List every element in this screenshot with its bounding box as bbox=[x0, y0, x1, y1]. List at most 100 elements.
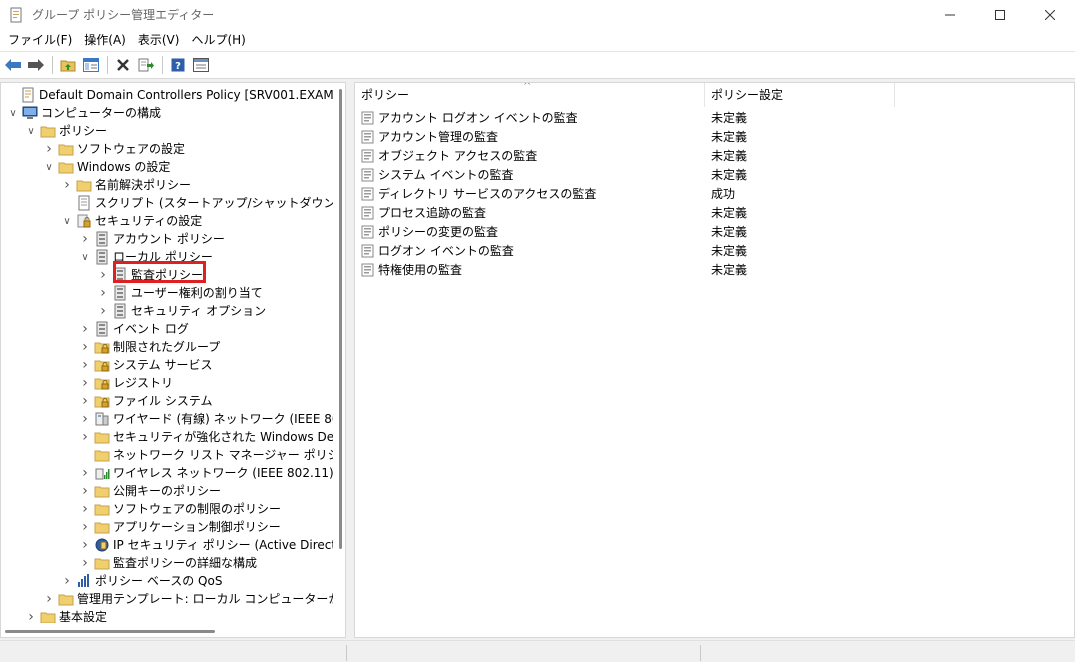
collapsed-chevron-icon[interactable]: › bbox=[79, 428, 91, 446]
collapsed-chevron-icon[interactable]: › bbox=[79, 518, 91, 536]
minimize-button[interactable] bbox=[925, 0, 975, 29]
table-row[interactable]: 特権使用の監査 未定義 bbox=[355, 260, 1074, 279]
tree-item[interactable]: › ユーザー権利の割り当て bbox=[97, 284, 263, 302]
tree-item[interactable]: ネットワーク リスト マネージャー ポリシー bbox=[79, 446, 333, 464]
collapsed-chevron-icon[interactable]: › bbox=[79, 356, 91, 374]
forward-button[interactable] bbox=[25, 54, 47, 76]
show-hide-tree-button[interactable] bbox=[80, 54, 102, 76]
collapsed-chevron-icon[interactable]: › bbox=[79, 536, 91, 554]
table-row[interactable]: ディレクトリ サービスのアクセスの監査 成功 bbox=[355, 184, 1074, 203]
table-row[interactable]: ログオン イベントの監査 未定義 bbox=[355, 241, 1074, 260]
collapsed-chevron-icon[interactable]: › bbox=[61, 572, 73, 590]
collapsed-chevron-icon[interactable]: › bbox=[79, 230, 91, 248]
collapsed-chevron-icon[interactable]: › bbox=[97, 284, 109, 302]
pane-splitter[interactable] bbox=[346, 82, 354, 638]
collapsed-chevron-icon[interactable]: › bbox=[97, 302, 109, 320]
collapsed-chevron-icon[interactable]: › bbox=[79, 392, 91, 410]
tree-item-label: アカウント ポリシー bbox=[113, 232, 225, 246]
close-button[interactable] bbox=[1025, 0, 1075, 29]
collapsed-chevron-icon[interactable]: › bbox=[43, 590, 55, 608]
tree-item[interactable]: › 名前解決ポリシー bbox=[61, 176, 191, 194]
tree-item[interactable]: › 制限されたグループ bbox=[79, 338, 220, 356]
tree-item[interactable]: › セキュリティが強化された Windows Defende bbox=[79, 428, 333, 446]
expanded-chevron-icon[interactable]: ∨ bbox=[43, 158, 55, 176]
table-row[interactable]: アカウント管理の監査 未定義 bbox=[355, 127, 1074, 146]
up-level-button[interactable] bbox=[57, 54, 79, 76]
tree-item[interactable]: › ソフトウェアの制限のポリシー bbox=[79, 500, 281, 518]
expanded-chevron-icon[interactable]: ∨ bbox=[25, 122, 37, 140]
policy-setting-icon bbox=[361, 149, 374, 162]
tree-item[interactable]: › 基本設定 bbox=[25, 608, 107, 623]
menu-help[interactable]: ヘルプ(H) bbox=[185, 29, 251, 51]
scrollbar-thumb[interactable] bbox=[339, 89, 342, 549]
collapsed-chevron-icon[interactable]: › bbox=[79, 374, 91, 392]
export-list-button[interactable] bbox=[135, 54, 157, 76]
table-row[interactable]: システム イベントの監査 未定義 bbox=[355, 165, 1074, 184]
tree-item[interactable]: ∨ セキュリティの設定 bbox=[61, 212, 202, 230]
maximize-button[interactable] bbox=[975, 0, 1025, 29]
policy-cell: ログオン イベントの監査 bbox=[355, 242, 705, 259]
help-button[interactable]: ? bbox=[167, 54, 189, 76]
locked-folder-icon bbox=[94, 342, 110, 354]
tree-item[interactable]: Default Domain Controllers Policy [SRV00… bbox=[5, 86, 333, 104]
tree-item[interactable]: › ワイヤレス ネットワーク (IEEE 802.11) ポリシー bbox=[79, 464, 333, 482]
collapsed-chevron-icon[interactable]: › bbox=[61, 176, 73, 194]
tree-item[interactable]: › アプリケーション制御ポリシー bbox=[79, 518, 281, 536]
tree-item[interactable]: › 管理用テンプレート: ローカル コンピューターから取得した bbox=[43, 590, 333, 608]
tree-pane[interactable]: Default Domain Controllers Policy [SRV00… bbox=[0, 82, 346, 638]
expanded-chevron-icon[interactable]: ∨ bbox=[61, 212, 73, 230]
collapsed-chevron-icon[interactable]: › bbox=[79, 500, 91, 518]
computer-icon bbox=[22, 106, 38, 119]
details-pane[interactable]: ^ ポリシー ポリシー設定 アカウント ログオン イベントの監査 未定義 アカウント… bbox=[354, 82, 1075, 638]
tree-item[interactable]: › ワイヤード (有線) ネットワーク (IEEE 802.3) ポリ bbox=[79, 410, 333, 428]
menu-view[interactable]: 表示(V) bbox=[132, 29, 186, 51]
table-row[interactable]: ポリシーの変更の監査 未定義 bbox=[355, 222, 1074, 241]
tree-item[interactable]: › システム サービス bbox=[79, 356, 212, 374]
policy-setting-icon bbox=[361, 244, 374, 257]
collapsed-chevron-icon[interactable]: › bbox=[79, 338, 91, 356]
tree-item[interactable]: › ポリシー ベースの QoS bbox=[61, 572, 222, 590]
collapsed-chevron-icon[interactable]: › bbox=[25, 608, 37, 623]
tree-item-label: 監査ポリシーの詳細な構成 bbox=[113, 556, 258, 570]
console-tree[interactable]: Default Domain Controllers Policy [SRV00… bbox=[1, 83, 333, 623]
collapsed-chevron-icon[interactable]: › bbox=[97, 266, 109, 284]
tree-item[interactable]: › ファイル システム bbox=[79, 392, 212, 410]
column-header-setting[interactable]: ポリシー設定 bbox=[705, 83, 895, 107]
collapsed-chevron-icon[interactable]: › bbox=[79, 482, 91, 500]
tree-item[interactable]: › ソフトウェアの設定 bbox=[43, 140, 185, 158]
collapsed-chevron-icon[interactable]: › bbox=[79, 554, 91, 572]
tree-item[interactable]: › イベント ログ bbox=[79, 320, 189, 338]
expanded-chevron-icon[interactable]: ∨ bbox=[79, 248, 91, 266]
tree-horizontal-scrollbar[interactable] bbox=[5, 630, 215, 633]
tree-item[interactable]: › 監査ポリシーの詳細な構成 bbox=[79, 554, 257, 572]
tree-item[interactable]: ∨ ポリシー bbox=[25, 122, 107, 140]
collapsed-chevron-icon[interactable]: › bbox=[79, 410, 91, 428]
menu-file[interactable]: ファイル(F) bbox=[2, 29, 78, 51]
menu-action[interactable]: 操作(A) bbox=[78, 29, 132, 51]
tree-item[interactable]: › セキュリティ オプション bbox=[97, 302, 266, 320]
tree-item-label: Default Domain Controllers Policy [SRV00… bbox=[39, 88, 333, 102]
collapsed-chevron-icon[interactable]: › bbox=[79, 320, 91, 338]
properties-view-button[interactable] bbox=[190, 54, 212, 76]
table-row[interactable]: プロセス追跡の監査 未定義 bbox=[355, 203, 1074, 222]
tree-item[interactable]: ∨ Windows の設定 bbox=[43, 158, 170, 176]
tree-item[interactable]: › アカウント ポリシー bbox=[79, 230, 225, 248]
collapsed-chevron-icon[interactable]: › bbox=[43, 140, 55, 158]
table-row[interactable]: アカウント ログオン イベントの監査 未定義 bbox=[355, 108, 1074, 127]
tree-item[interactable]: スクリプト (スタートアップ/シャットダウン) bbox=[61, 194, 333, 212]
tree-item[interactable]: › レジストリ bbox=[79, 374, 173, 392]
tree-item[interactable]: › 公開キーのポリシー bbox=[79, 482, 221, 500]
tree-item[interactable]: › IP セキュリティ ポリシー (Active Directory (EX bbox=[79, 536, 333, 554]
policy-name: プロセス追跡の監査 bbox=[378, 206, 487, 220]
delete-button[interactable] bbox=[112, 54, 134, 76]
back-button[interactable] bbox=[2, 54, 24, 76]
collapsed-chevron-icon[interactable]: › bbox=[79, 464, 91, 482]
tree-item[interactable]: ∨ コンピューターの構成 bbox=[7, 104, 161, 122]
tree-item-label: レジストリ bbox=[113, 376, 174, 390]
policy-name: オブジェクト アクセスの監査 bbox=[378, 149, 538, 163]
tree-vertical-scrollbar[interactable] bbox=[339, 89, 343, 629]
column-header-policy[interactable]: ^ ポリシー bbox=[355, 83, 705, 107]
table-row[interactable]: オブジェクト アクセスの監査 未定義 bbox=[355, 146, 1074, 165]
expanded-chevron-icon[interactable]: ∨ bbox=[7, 104, 19, 122]
policy-setting-icon bbox=[361, 111, 374, 124]
